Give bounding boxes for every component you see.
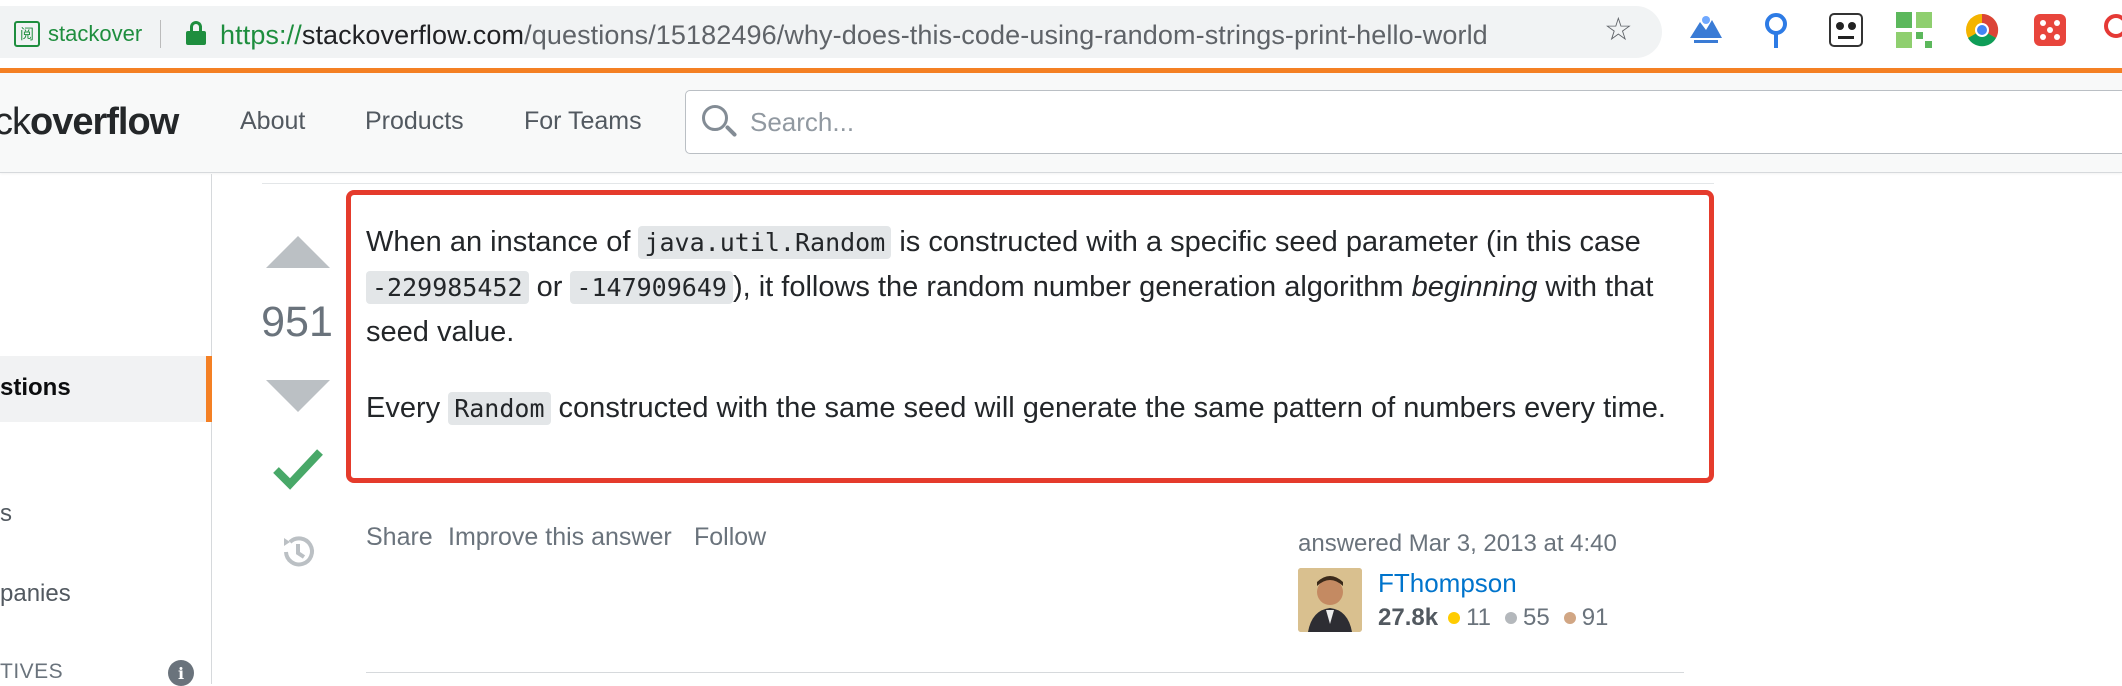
sidebar-item-companies[interactable]: panies [0,580,71,608]
sidebar-section-collectives: TIVES [0,660,64,683]
answered-timestamp: answered Mar 3, 2013 at 4:40 [1298,530,1617,557]
site-header: ckoverflow About Products For Teams [0,73,2122,173]
reader-mode-icon: 阅 [14,21,40,47]
divider [262,183,1714,184]
url-text[interactable]: https://stackoverflow.com/questions/1518… [220,20,1488,51]
flower-mountain-icon[interactable] [1686,10,1726,50]
stackoverflow-logo[interactable]: ckoverflow [0,101,179,144]
inline-code: java.util.Random [638,226,892,259]
nav-about[interactable]: About [240,107,305,136]
map-pin-icon[interactable] [1756,10,1796,50]
address-bar[interactable]: 阅 stackover https://stackoverflow.com/qu… [0,6,1662,58]
divider [160,20,162,48]
gold-badge: 11 [1448,604,1491,632]
history-icon[interactable] [276,530,320,574]
improve-answer-link[interactable]: Improve this answer [448,523,672,552]
magnifier-ext-icon[interactable] [2100,10,2122,50]
left-sidebar: stions s panies TIVES i [0,174,212,686]
share-link[interactable]: Share [366,523,433,552]
bronze-badge: 91 [1563,604,1608,632]
search-icon [702,105,738,141]
sidebar-item-tags[interactable]: s [0,500,12,528]
info-icon[interactable]: i [168,660,194,686]
site-identity[interactable]: 阅 stackover [14,20,162,48]
site-identity-label: stackover [48,21,143,46]
bronze-badge-icon [1563,612,1576,624]
downvote-button[interactable] [266,380,330,412]
qr-grid-icon[interactable] [1894,10,1934,50]
silver-badge-icon [1504,612,1517,624]
reputation-score: 27.8k [1378,604,1439,631]
dice-icon[interactable] [2030,10,2070,50]
search-box[interactable] [685,90,2122,154]
bookmark-star-icon[interactable]: ☆ [1604,10,1633,48]
accepted-check-icon [272,442,324,494]
gold-badge-icon [1448,612,1461,624]
inline-code: -147909649 [570,271,733,304]
upvote-button[interactable] [266,236,330,268]
nav-for-teams[interactable]: For Teams [524,107,642,136]
silver-badge: 55 [1504,604,1550,632]
search-input[interactable] [750,101,2050,143]
answer-paragraph: Every Random constructed with the same s… [366,392,1666,425]
panda-icon[interactable] [1826,10,1866,50]
inline-code: -229985452 [366,271,529,304]
nav-products[interactable]: Products [365,107,464,136]
avatar[interactable] [1298,568,1362,632]
lock-icon[interactable] [186,21,206,45]
user-name-link[interactable]: FThompson [1378,568,1517,599]
chrome-like-icon[interactable] [1962,10,2002,50]
follow-link[interactable]: Follow [694,523,766,552]
browser-chrome: 阅 stackover https://stackoverflow.com/qu… [0,0,2122,68]
user-stats: 27.8k 11 55 91 [1378,604,1622,632]
sidebar-item-questions[interactable]: stions [0,356,212,422]
divider [366,672,1684,673]
inline-code: Random [448,392,551,425]
answer-body: When an instance of java.util.Random is … [366,220,1696,463]
vote-count: 951 [261,298,333,346]
answer-paragraph: When an instance of java.util.Random is … [366,226,1654,348]
